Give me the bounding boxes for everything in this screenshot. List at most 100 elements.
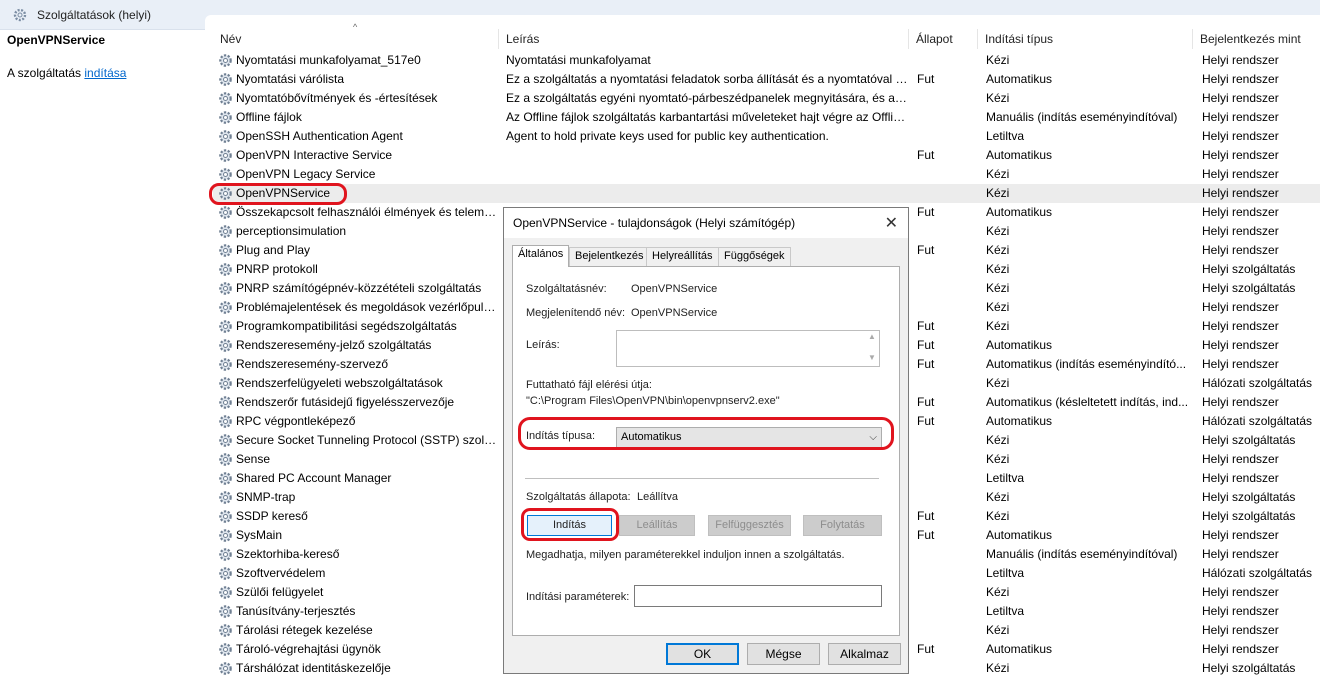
service-logon-cell: Helyi rendszer: [1202, 91, 1279, 105]
service-logon-cell: Helyi rendszer: [1202, 528, 1279, 542]
service-startup-type-cell: Kézi: [986, 490, 1010, 504]
service-logon-cell: Helyi rendszer: [1202, 623, 1279, 637]
table-row[interactable]: OpenVPN Legacy Service Kézi Helyi rendszer: [213, 165, 1320, 184]
service-status-cell: Fut: [917, 338, 935, 352]
table-row[interactable]: OpenVPNService Kézi Helyi rendszer: [213, 184, 1320, 203]
service-logon-cell: Helyi rendszer: [1202, 395, 1279, 409]
pause-button[interactable]: Felfüggesztés: [708, 515, 791, 536]
service-gear-icon: [219, 244, 232, 257]
column-header-description[interactable]: Leírás: [499, 29, 909, 49]
service-name-cell: perceptionsimulation: [236, 224, 347, 238]
column-header-status[interactable]: Állapot: [909, 29, 978, 49]
table-row[interactable]: OpenSSH Authentication Agent Agent to hol…: [213, 127, 1320, 146]
service-logon-cell: Helyi rendszer: [1202, 72, 1279, 86]
service-logon-cell: Helyi rendszer: [1202, 547, 1279, 561]
table-row[interactable]: OpenVPN Interactive Service Fut Automatiku…: [213, 146, 1320, 165]
service-logon-cell: Helyi rendszer: [1202, 224, 1279, 238]
service-gear-icon: [219, 586, 232, 599]
service-name-cell: Társhálózat identitáskezelője: [236, 661, 391, 675]
service-startup-type-cell: Kézi: [986, 281, 1010, 295]
properties-dialog: OpenVPNService - tulajdonságok (Helyi sz…: [503, 207, 909, 674]
close-icon[interactable]: ✕: [885, 213, 898, 233]
service-startup-type-cell: Automatikus: [986, 338, 1053, 352]
service-description-cell: Az Offline fájlok szolgáltatás karbantar…: [506, 110, 908, 124]
service-gear-icon: [219, 548, 232, 561]
start-prefix: A szolgáltatás: [7, 66, 85, 80]
table-row[interactable]: Nyomtatóbővítmények és -értesítések Ez a …: [213, 89, 1320, 108]
service-status-cell: Fut: [917, 72, 935, 86]
service-name-cell: Szektorhiba-kereső: [236, 547, 340, 561]
service-status-cell: Fut: [917, 205, 935, 219]
service-status-cell: Fut: [917, 243, 935, 257]
service-name-cell: Nyomtatási várólista: [236, 72, 345, 86]
service-startup-type-cell: Kézi: [986, 300, 1010, 314]
service-logon-cell: Helyi szolgáltatás: [1202, 281, 1296, 295]
service-status-cell: Fut: [917, 509, 935, 523]
service-gear-icon: [219, 491, 232, 504]
service-gear-icon: [219, 358, 232, 371]
list-header: Név Leírás Állapot Indítási típus Bejele…: [213, 29, 1320, 49]
service-logon-cell: Helyi rendszer: [1202, 205, 1279, 219]
service-name-value: OpenVPNService: [631, 283, 718, 295]
service-startup-type-cell: Kézi: [986, 661, 1010, 675]
stop-button[interactable]: Leállítás: [619, 515, 695, 536]
service-name-cell: OpenSSH Authentication Agent: [236, 129, 403, 143]
table-row[interactable]: Offline fájlok Az Offline fájlok szolgált…: [213, 108, 1320, 127]
service-startup-type-cell: Automatikus (indítás eseményindító...: [986, 357, 1187, 371]
tab-logon[interactable]: Bejelentkezés: [569, 247, 650, 266]
description-scrollbar[interactable]: ▲ ▼: [865, 331, 879, 366]
service-startup-type-cell: Kézi: [986, 433, 1010, 447]
service-startup-type-cell: Kézi: [986, 585, 1010, 599]
service-gear-icon: [219, 567, 232, 580]
service-name-cell: RPC végpontleképező: [236, 414, 356, 428]
services-gear-icon: [13, 8, 27, 22]
service-description-cell: Ez a szolgáltatás a nyomtatási feladatok…: [506, 72, 908, 86]
tab-dependencies[interactable]: Függőségek: [718, 247, 791, 266]
service-gear-icon: [219, 415, 232, 428]
service-logon-cell: Helyi rendszer: [1202, 319, 1279, 333]
service-status-cell: Fut: [917, 414, 935, 428]
general-panel: Szolgáltatásnév: OpenVPNService Megjelen…: [512, 266, 900, 636]
service-name-cell: Szülői felügyelet: [236, 585, 324, 599]
tab-recovery[interactable]: Helyreállítás: [646, 247, 719, 266]
service-logon-cell: Helyi rendszer: [1202, 148, 1279, 162]
column-header-name[interactable]: Név: [213, 29, 499, 49]
description-label: Leírás:: [526, 339, 560, 351]
scroll-up-icon[interactable]: ▲: [868, 332, 876, 341]
service-logon-cell: Helyi rendszer: [1202, 243, 1279, 257]
table-row[interactable]: Nyomtatási munkafolyamat_517e0 Nyomtatási…: [213, 51, 1320, 70]
tab-general[interactable]: Általános: [512, 245, 570, 267]
service-logon-cell: Helyi szolgáltatás: [1202, 433, 1296, 447]
service-gear-icon: [219, 529, 232, 542]
selected-service-name: OpenVPNService: [7, 33, 106, 47]
service-status-cell: Fut: [917, 642, 935, 656]
apply-button[interactable]: Alkalmaz: [828, 643, 901, 665]
service-gear-icon: [219, 396, 232, 409]
service-name-cell: OpenVPN Interactive Service: [236, 148, 393, 162]
service-name-cell: Rendszeresemény-jelző szolgáltatás: [236, 338, 432, 352]
resume-button[interactable]: Folytatás: [803, 515, 882, 536]
start-service-link[interactable]: indítása: [84, 66, 126, 80]
scroll-down-icon[interactable]: ▼: [868, 353, 876, 362]
service-description-cell: Nyomtatási munkafolyamat: [506, 53, 651, 67]
service-logon-cell: Helyi rendszer: [1202, 167, 1279, 181]
description-field[interactable]: ▲ ▼: [616, 330, 880, 367]
service-description-cell: Ez a szolgáltatás egyéni nyomtató-párbes…: [506, 91, 908, 105]
ok-button[interactable]: OK: [666, 643, 739, 665]
table-row[interactable]: Nyomtatási várólista Ez a szolgáltatás a …: [213, 70, 1320, 89]
cancel-button[interactable]: Mégse: [747, 643, 820, 665]
service-startup-type-cell: Kézi: [986, 53, 1010, 67]
service-gear-icon: [219, 168, 232, 181]
service-startup-type-cell: Letiltva: [986, 129, 1025, 143]
service-status-cell: Fut: [917, 528, 935, 542]
column-header-startup-type[interactable]: Indítási típus: [978, 29, 1193, 49]
service-startup-type-cell: Kézi: [986, 376, 1010, 390]
start-params-input[interactable]: [634, 585, 882, 607]
service-startup-type-cell: Kézi: [986, 509, 1010, 523]
column-header-logon-as[interactable]: Bejelentkezés mint: [1193, 29, 1320, 49]
left-pane: OpenVPNService A szolgáltatás indítása: [0, 30, 205, 674]
service-name-cell: Programkompatibilitási segédszolgáltatás: [236, 319, 457, 333]
service-name-cell: PNRP számítógépnév-közzétételi szolgálta…: [236, 281, 482, 295]
service-startup-type-cell: Letiltva: [986, 566, 1025, 580]
service-logon-cell: Helyi rendszer: [1202, 300, 1279, 314]
